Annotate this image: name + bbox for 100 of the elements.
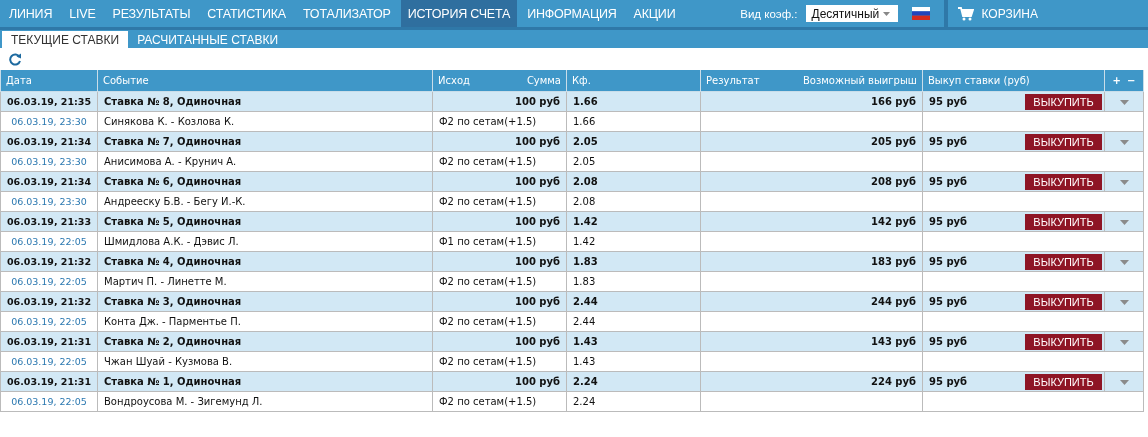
- buyout-button[interactable]: ВЫКУПИТЬ: [1025, 93, 1102, 110]
- dropdown-arrow-icon[interactable]: [1119, 339, 1129, 345]
- bet-coef: 2.05: [573, 135, 598, 147]
- event-name: Анисимова А. - Крунич А.: [104, 155, 237, 167]
- bet-stake: 100 руб: [515, 175, 560, 187]
- selection-coef: 1.42: [573, 235, 596, 247]
- bet-title: Ставка № 1, Одиночная: [104, 375, 242, 387]
- nav-tab[interactable]: РЕЗУЛЬТАТЫ: [105, 0, 198, 27]
- nav-tab[interactable]: ИНФОРМАЦИЯ: [520, 0, 624, 27]
- bet-coef: 2.44: [573, 295, 598, 307]
- outcome: Ф2 по сетам(+1.5): [439, 115, 537, 127]
- buyout-amount: 95 руб: [929, 255, 968, 268]
- nav-tab[interactable]: СТАТИСТИКА: [200, 0, 293, 27]
- bet-stake: 100 руб: [515, 295, 560, 307]
- event-date: 06.03.19, 22:05: [11, 315, 87, 327]
- buyout-button[interactable]: ВЫКУПИТЬ: [1025, 133, 1102, 150]
- bet-date: 06.03.19, 21:34: [7, 135, 92, 147]
- event-name: Синякова К. - Козлова К.: [104, 115, 235, 127]
- buyout-amount: 95 руб: [929, 215, 968, 228]
- dropdown-arrow-icon[interactable]: [1119, 139, 1129, 145]
- buyout-amount: 95 руб: [929, 135, 968, 148]
- selection-coef: 2.44: [573, 315, 596, 327]
- column-header: Выкуп ставки (руб): [928, 75, 1030, 86]
- buyout-amount: 95 руб: [929, 375, 968, 388]
- bet-coef: 1.83: [573, 255, 598, 267]
- buyout-button[interactable]: ВЫКУПИТЬ: [1025, 333, 1102, 350]
- event-date: 06.03.19, 22:05: [11, 355, 87, 367]
- dropdown-arrow-icon[interactable]: [1119, 259, 1129, 265]
- cart-icon: [957, 6, 974, 21]
- buyout-amount: 95 руб: [929, 175, 968, 188]
- potential-win: 205 руб: [871, 135, 916, 147]
- bet-date: 06.03.19, 21:31: [7, 375, 92, 387]
- event-name: Шмидлова А.К. - Дэвис Л.: [104, 235, 239, 247]
- sub-tab[interactable]: ТЕКУЩИЕ СТАВКИ: [2, 31, 129, 48]
- outcome: Ф2 по сетам(+1.5): [439, 195, 537, 207]
- nav-tab[interactable]: ТОТАЛИЗАТОР: [296, 0, 398, 27]
- event-date: 06.03.19, 22:05: [11, 235, 87, 247]
- odds-format-label: Вид коэф.:: [740, 7, 798, 20]
- nav-tab[interactable]: ИСТОРИЯ СЧЕТА: [400, 0, 518, 27]
- nav-tab[interactable]: ЛИНИЯ: [2, 0, 60, 27]
- outcome: Ф2 по сетам(+1.5): [439, 315, 537, 327]
- event-name: Мартич П. - Линетте М.: [104, 275, 227, 287]
- bet-stake: 100 руб: [515, 135, 560, 147]
- bet-date: 06.03.19, 21:31: [7, 335, 92, 347]
- bet-coef: 2.24: [573, 375, 598, 387]
- selection-coef: 2.08: [573, 195, 596, 207]
- column-header: Сумма: [526, 75, 561, 86]
- bet-coef: 2.08: [573, 175, 598, 187]
- event-date: 06.03.19, 22:05: [11, 275, 87, 287]
- selection-coef: 2.24: [573, 395, 596, 407]
- odds-format-dropdown[interactable]: Десятичный: [805, 5, 898, 22]
- dropdown-arrow-icon[interactable]: [1119, 179, 1129, 185]
- selection-coef: 1.43: [573, 355, 596, 367]
- bet-date: 06.03.19, 21:35: [7, 95, 92, 107]
- bet-stake: 100 руб: [515, 255, 560, 267]
- buyout-button[interactable]: ВЫКУПИТЬ: [1025, 293, 1102, 310]
- sub-tab[interactable]: РАСЧИТАННЫЕ СТАВКИ: [128, 31, 287, 48]
- nav-tab[interactable]: LIVE: [62, 0, 103, 27]
- buyout-button[interactable]: ВЫКУПИТЬ: [1025, 213, 1102, 230]
- bet-date: 06.03.19, 21:32: [7, 295, 92, 307]
- outcome: Ф2 по сетам(+1.5): [439, 275, 537, 287]
- column-header: Исход: [438, 75, 470, 86]
- outcome: Ф1 по сетам(+1.5): [439, 235, 537, 247]
- nav-tab[interactable]: АКЦИИ: [626, 0, 683, 27]
- buyout-button[interactable]: ВЫКУПИТЬ: [1025, 253, 1102, 270]
- column-header: Возможный выигрыш: [803, 75, 917, 86]
- bet-title: Ставка № 2, Одиночная: [104, 335, 242, 347]
- event-name: Конта Дж. - Парментье П.: [104, 315, 241, 327]
- bet-title: Ставка № 6, Одиночная: [104, 175, 242, 187]
- buyout-amount: 95 руб: [929, 295, 968, 308]
- event-name: Чжан Шуай - Кузмова В.: [104, 355, 233, 367]
- event-date: 06.03.19, 23:30: [11, 155, 87, 167]
- outcome: Ф2 по сетам(+1.5): [439, 355, 537, 367]
- potential-win: 244 руб: [871, 295, 916, 307]
- dropdown-arrow-icon[interactable]: [1119, 99, 1129, 105]
- flag-icon[interactable]: [911, 7, 930, 20]
- potential-win: 166 руб: [871, 95, 916, 107]
- dropdown-arrow-icon[interactable]: [1119, 299, 1129, 305]
- dropdown-arrow-icon[interactable]: [1119, 379, 1129, 385]
- refresh-icon[interactable]: [9, 52, 22, 66]
- bet-coef: 1.66: [573, 95, 598, 107]
- bet-title: Ставка № 4, Одиночная: [104, 255, 242, 267]
- bet-title: Ставка № 8, Одиночная: [104, 95, 242, 107]
- buyout-button[interactable]: ВЫКУПИТЬ: [1025, 373, 1102, 390]
- bet-title: Ставка № 7, Одиночная: [104, 135, 242, 147]
- bet-date: 06.03.19, 21:34: [7, 175, 92, 187]
- event-name: Андрееску Б.В. - Бегу И.-К.: [104, 195, 246, 207]
- bet-stake: 100 руб: [515, 335, 560, 347]
- column-header: Кф.: [572, 75, 591, 86]
- dropdown-arrow-icon[interactable]: [1119, 219, 1129, 225]
- bet-stake: 100 руб: [515, 215, 560, 227]
- expand-all-button[interactable]: +: [1112, 75, 1121, 86]
- collapse-all-button[interactable]: −: [1127, 75, 1136, 86]
- bet-title: Ставка № 3, Одиночная: [104, 295, 242, 307]
- event-date: 06.03.19, 23:30: [11, 195, 87, 207]
- selection-coef: 1.83: [573, 275, 596, 287]
- bet-coef: 1.43: [573, 335, 598, 347]
- bet-date: 06.03.19, 21:32: [7, 255, 92, 267]
- buyout-amount: 95 руб: [929, 95, 968, 108]
- buyout-button[interactable]: ВЫКУПИТЬ: [1025, 173, 1102, 190]
